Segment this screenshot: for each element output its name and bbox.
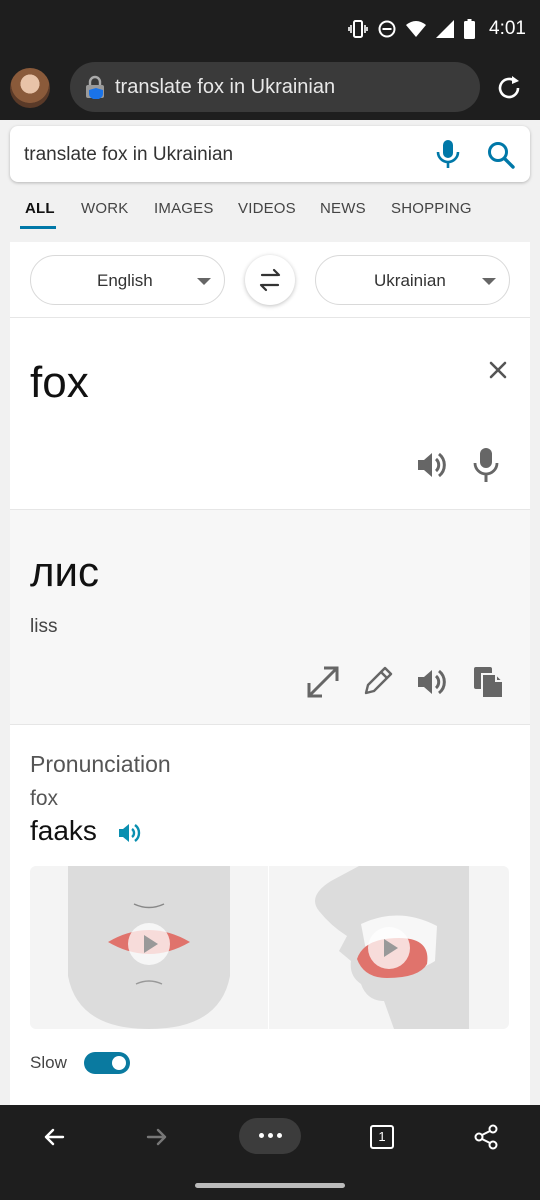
speaker-icon[interactable] xyxy=(415,448,449,482)
forward-arrow-icon[interactable] xyxy=(145,1125,169,1149)
browser-toolbar: translate fox in Ukrainian xyxy=(0,60,540,120)
home-indicator[interactable] xyxy=(195,1183,345,1188)
pronunciation-word: fox xyxy=(30,787,59,810)
slow-label: Slow xyxy=(30,1053,67,1072)
avatar[interactable] xyxy=(10,68,50,108)
transliteration-text: liss xyxy=(30,616,58,637)
speaker-icon[interactable] xyxy=(117,821,143,845)
status-bar: 4:01 xyxy=(0,0,540,60)
chevron-down-icon xyxy=(197,278,211,285)
source-text-area[interactable]: fox xyxy=(10,318,530,510)
tab-work[interactable]: WORK xyxy=(81,200,128,217)
speaker-icon[interactable] xyxy=(415,665,449,699)
tab-all[interactable]: ALL xyxy=(25,200,55,217)
url-text: translate fox in Ukrainian xyxy=(115,76,336,98)
source-language-label: English xyxy=(97,271,153,290)
phonetic-spelling: faaks xyxy=(30,815,97,846)
tab-images[interactable]: IMAGES xyxy=(154,200,214,217)
language-selector-row: English Ukrainian xyxy=(10,242,530,318)
mic-icon[interactable] xyxy=(473,447,499,483)
pronunciation-section: Pronunciation fox faaks Slow xyxy=(10,725,530,1105)
search-box[interactable]: translate fox in Ukrainian xyxy=(10,126,530,182)
pronunciation-animation xyxy=(30,866,509,1029)
vibrate-icon xyxy=(348,20,368,38)
pencil-icon[interactable] xyxy=(361,664,395,698)
share-icon[interactable] xyxy=(473,1124,499,1150)
reload-icon[interactable] xyxy=(494,73,524,103)
play-side-animation-button[interactable] xyxy=(368,927,410,969)
do-not-disturb-icon xyxy=(378,20,396,38)
tab-videos[interactable]: VIDEOS xyxy=(238,200,296,217)
source-language-select[interactable]: English xyxy=(30,255,225,305)
translated-text: лис xyxy=(30,548,99,595)
wifi-icon xyxy=(406,21,427,37)
more-dots-icon[interactable] xyxy=(239,1118,301,1154)
battery-icon xyxy=(464,19,476,39)
pronunciation-heading: Pronunciation xyxy=(30,751,171,777)
address-bar[interactable]: translate fox in Ukrainian xyxy=(70,62,480,112)
tab-shopping[interactable]: SHOPPING xyxy=(391,200,472,217)
status-time: 4:01 xyxy=(489,18,526,39)
slow-toggle[interactable] xyxy=(84,1052,130,1074)
tab-news[interactable]: NEWS xyxy=(320,200,366,217)
browser-bottom-bar: 1 xyxy=(0,1105,540,1200)
play-mouth-animation-button[interactable] xyxy=(128,923,170,965)
tabs-icon[interactable]: 1 xyxy=(370,1125,394,1149)
active-tab-indicator xyxy=(20,226,56,229)
search-icon[interactable] xyxy=(486,140,516,170)
target-language-label: Ukrainian xyxy=(374,271,446,290)
lock-icon xyxy=(86,75,104,99)
search-tabs: ALL WORK IMAGES VIDEOS NEWS SHOPPING xyxy=(0,188,540,230)
copy-icon[interactable] xyxy=(471,664,505,700)
page-content: translate fox in Ukrainian ALL WORK IMAG… xyxy=(0,120,540,1105)
signal-icon xyxy=(436,20,455,38)
back-arrow-icon[interactable] xyxy=(42,1125,66,1149)
source-text[interactable]: fox xyxy=(30,358,89,408)
chevron-down-icon xyxy=(482,278,496,285)
search-input[interactable]: translate fox in Ukrainian xyxy=(24,144,233,166)
mic-icon[interactable] xyxy=(434,139,462,169)
swap-languages-button[interactable] xyxy=(245,255,295,305)
translation-result-area: лис liss xyxy=(10,510,530,725)
target-language-select[interactable]: Ukrainian xyxy=(315,255,510,305)
translator-card: English Ukrainian fox лис liss Pronuncia… xyxy=(10,242,530,1105)
close-icon[interactable] xyxy=(486,358,510,382)
expand-icon[interactable] xyxy=(305,664,341,700)
swap-icon xyxy=(259,268,281,292)
status-icons: 4:01 xyxy=(348,18,526,40)
